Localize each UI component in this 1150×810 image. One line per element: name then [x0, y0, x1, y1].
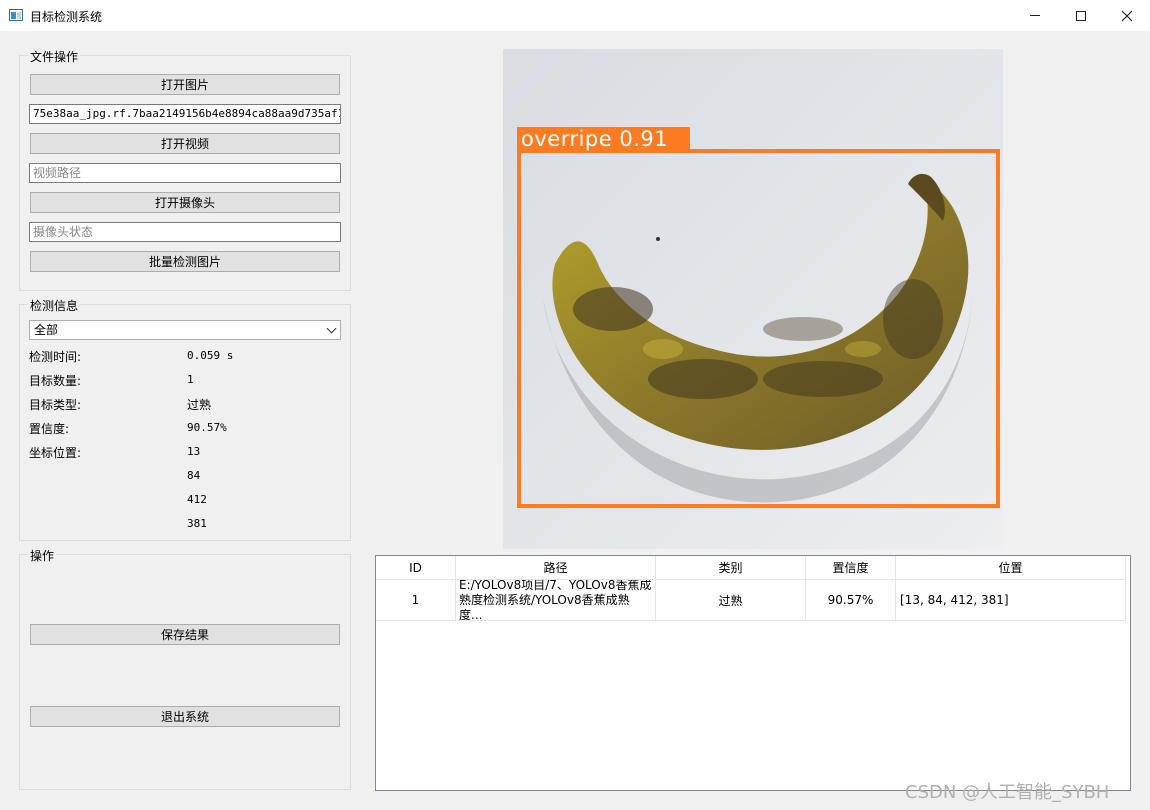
chevron-down-icon — [326, 323, 337, 334]
coord-ymax-value: 381 — [187, 517, 207, 530]
cell-path-line1: E:/YOLOv8项目/7、YOLOv8香蕉成 — [459, 580, 652, 592]
minimize-icon — [1030, 15, 1040, 16]
count-label: 目标数量: — [29, 374, 82, 388]
target-filter-select[interactable]: 全部 — [29, 320, 341, 340]
open-camera-button[interactable]: 打开摄像头 — [30, 192, 340, 213]
minimize-button[interactable] — [1012, 0, 1058, 31]
cell-path: E:/YOLOv8项目/7、YOLOv8香蕉成 熟度检测系统/YOLOv8香蕉成… — [456, 580, 656, 621]
watermark: CSDN @人工智能_SYBH — [905, 782, 1110, 803]
header-position[interactable]: 位置 — [896, 556, 1126, 580]
time-value: 0.059 s — [187, 349, 234, 362]
cell-id: 1 — [376, 580, 456, 621]
detection-box-label: overripe 0.91 — [521, 127, 669, 151]
close-icon — [1121, 10, 1133, 21]
banana-photo — [503, 49, 1003, 549]
title-bar: 目标检测系统 — [0, 0, 1150, 31]
header-id[interactable]: ID — [376, 556, 456, 580]
count-value: 1 — [187, 373, 194, 386]
target-filter-value: 全部 — [34, 323, 59, 337]
maximize-button[interactable] — [1058, 0, 1104, 31]
window-title: 目标检测系统 — [30, 10, 103, 24]
table-row[interactable]: 1 E:/YOLOv8项目/7、YOLOv8香蕉成 熟度检测系统/YOLOv8香… — [376, 580, 1126, 621]
exit-button[interactable]: 退出系统 — [30, 706, 340, 727]
camera-status-field[interactable]: 摄像头状态 — [29, 222, 341, 242]
batch-detect-button[interactable]: 批量检测图片 — [30, 251, 340, 272]
video-path-field[interactable]: 视频路径 — [29, 163, 341, 183]
table-header: ID 路径 类别 置信度 位置 — [376, 556, 1126, 580]
image-path-field[interactable]: 75e38aa_jpg.rf.7baa2149156b4e8894ca88aa9… — [29, 104, 341, 124]
operations-title: 操作 — [28, 547, 57, 564]
time-label: 检测时间: — [29, 350, 82, 364]
coord-xmin-value: 13 — [187, 445, 201, 458]
save-result-button[interactable]: 保存结果 — [30, 624, 340, 645]
confidence-value: 90.57% — [187, 421, 227, 434]
header-category[interactable]: 类别 — [656, 556, 806, 580]
type-value: 过熟 — [187, 398, 212, 412]
coord-ymin-value: 84 — [187, 469, 201, 482]
cell-confidence: 90.57% — [806, 580, 896, 621]
results-table[interactable]: ID 路径 类别 置信度 位置 1 E:/YOLOv8项目/7、YOLOv8香蕉… — [375, 555, 1131, 791]
open-image-button[interactable]: 打开图片 — [30, 74, 340, 95]
cell-path-line2: 熟度检测系统/YOLOv8香蕉成熟度... — [459, 592, 630, 621]
header-path[interactable]: 路径 — [456, 556, 656, 580]
detection-info-title: 检测信息 — [28, 297, 81, 314]
file-ops-title: 文件操作 — [28, 48, 81, 65]
detection-image: overripe 0.91 — [503, 49, 1003, 549]
close-button[interactable] — [1104, 0, 1150, 31]
coord-label: 坐标位置: — [29, 446, 82, 460]
confidence-label: 置信度: — [29, 422, 70, 436]
coord-xmax-value: 412 — [187, 493, 207, 506]
cell-position: [13, 84, 412, 381] — [896, 580, 1126, 621]
header-confidence[interactable]: 置信度 — [806, 556, 896, 580]
cell-category: 过熟 — [656, 580, 806, 621]
type-label: 目标类型: — [29, 398, 82, 412]
open-video-button[interactable]: 打开视频 — [30, 133, 340, 154]
maximize-icon — [1076, 10, 1086, 21]
operations-group: 操作 — [19, 547, 351, 790]
app-icon — [9, 9, 23, 21]
